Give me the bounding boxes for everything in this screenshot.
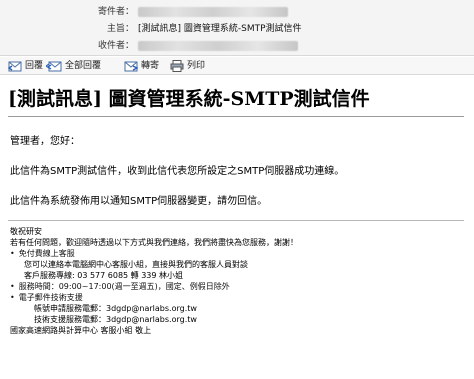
to-row: 收件者： [0,38,474,54]
to-label: 收件者： [97,41,134,51]
subject-label: 主旨： [106,24,134,34]
signature-online-service-desc: 您可以連絡本電腦網中心客服小組，直接與我們的客服人員對談 [24,260,248,269]
reply-label: 回覆 [25,61,44,71]
reply-all-icon [46,60,62,72]
reply-all-button[interactable]: 全部回覆 [46,59,101,73]
forward-button[interactable]: 轉寄 [124,59,159,73]
signature-bullet-online-service: 免付費線上客服 [10,248,75,259]
message-header: 寄件者： 主旨： [測試訊息] 圖資管理系統-SMTP測試信件 收件者： [0,0,474,56]
signature-tech-email: 技術支援服務電郵：3dgdp@narlabs.org.tw [34,315,197,324]
message-body: [測試訊息] 圖資管理系統-SMTP測試信件 管理者，您好： 此信件為SMTP測… [0,76,474,379]
print-button[interactable]: 列印 [170,59,205,73]
reply-button[interactable]: 回覆 [8,59,43,73]
message-toolbar: 回覆 全部回覆 轉寄 列印 [0,57,474,75]
signature-bullet-hours: 服務時間：09:00~17:00(週一至週五)，國定、例假日除外 [10,281,230,292]
from-row: 寄件者： [0,4,474,20]
printer-icon [170,60,184,72]
signature-hotline: 客戶服務專線: 03 577 6085 轉 339 林小姐 [24,271,184,280]
signature-account-email: 帳號申請服務電郵：3dgdp@narlabs.org.tw [34,304,197,313]
greeting: 管理者，您好： [10,136,80,147]
title-divider [8,116,464,117]
reply-icon [8,60,22,72]
signature-bullet-email-support: 電子郵件技術支援 [10,292,83,303]
subject-row: 主旨： [測試訊息] 圖資管理系統-SMTP測試信件 [0,21,474,37]
from-label: 寄件者： [97,7,134,17]
signature-footer: 國家高速網路與計算中心 客服小組 敬上 [10,326,152,335]
email-title: [測試訊息] 圖資管理系統-SMTP測試信件 [8,88,370,110]
body-line-2: 此信件為系統發佈用以通知SMTP伺服器變更，請勿回信。 [10,196,268,207]
signature-contact-note: 若有任何問題，歡迎隨時透過以下方式與我們連絡，我們將盡快為您服務，謝謝！ [10,238,298,247]
forward-icon [124,60,138,72]
print-label: 列印 [187,61,206,71]
forward-label: 轉寄 [141,61,160,71]
signature-closing: 敬祝研安 [10,227,42,236]
reply-all-label: 全部回覆 [65,61,102,71]
subject-value: [測試訊息] 圖資管理系統-SMTP測試信件 [138,24,302,34]
signature-divider [8,220,464,221]
to-value-redacted [138,38,298,57]
body-line-1: 此信件為SMTP測試信件，收到此信代表您所設定之SMTP伺服器成功連線。 [10,166,345,177]
